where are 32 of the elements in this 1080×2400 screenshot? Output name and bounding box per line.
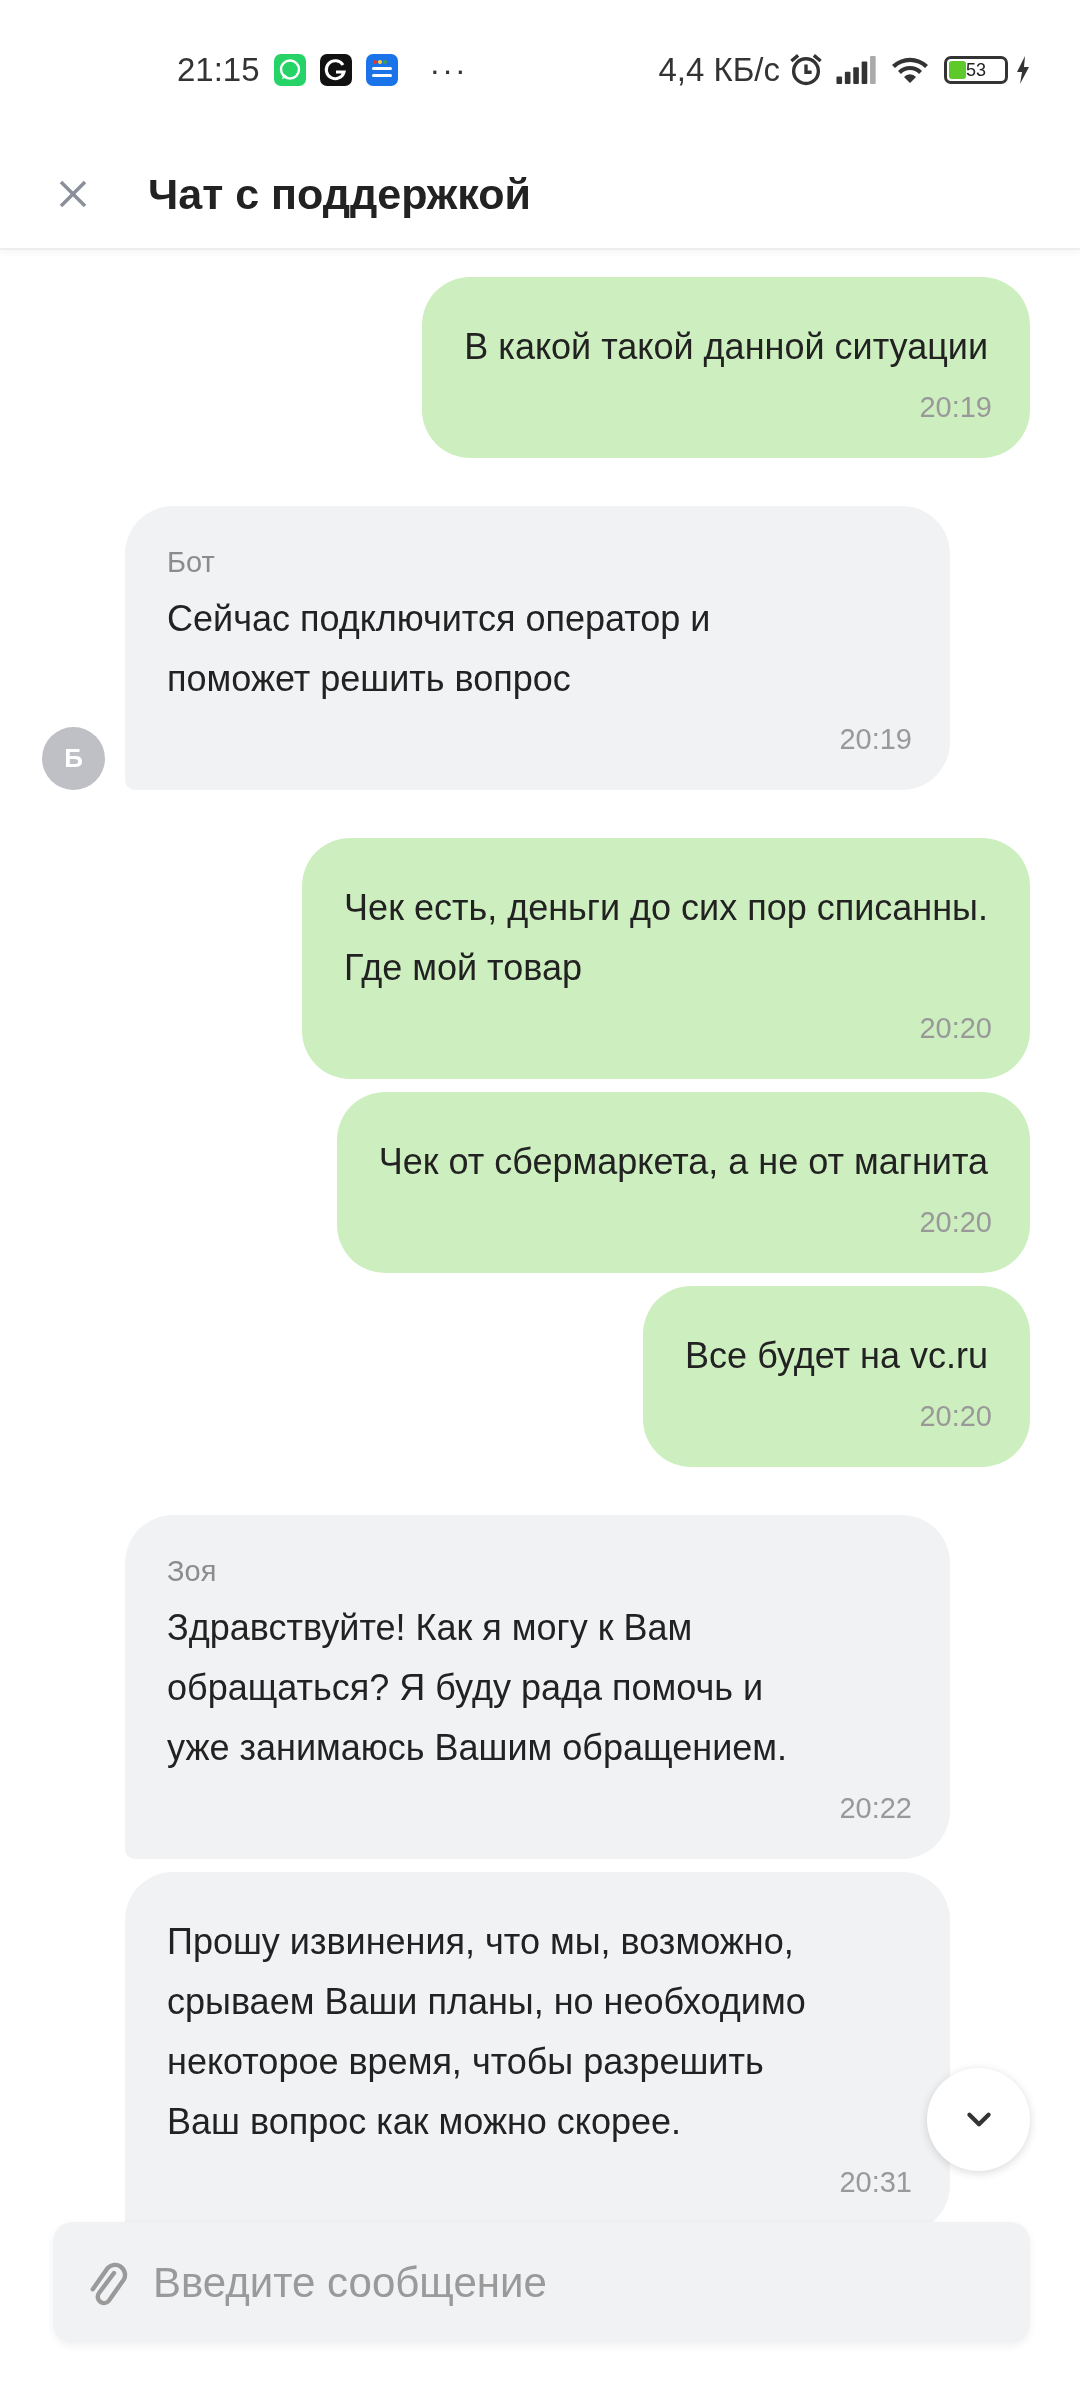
message-time: 20:20	[919, 1012, 992, 1045]
network-speed: 4,4 КБ/с	[658, 51, 780, 89]
message-text: Все будет на vc.ru	[685, 1334, 988, 1378]
alarm-icon	[788, 52, 824, 88]
more-notifications: ···	[429, 51, 468, 89]
message-time: 20:20	[919, 1206, 992, 1239]
charging-icon	[1016, 56, 1030, 84]
message-time: 20:20	[919, 1400, 992, 1433]
close-icon[interactable]	[57, 178, 89, 210]
message-text: Здравствуйте! Как я могу к Вам обращаться? Я буду рада помочь и уже занимаюсь Вашим обращением.	[167, 1606, 787, 1770]
chat-app-icon	[273, 54, 306, 86]
message-time: 20:31	[839, 2166, 912, 2199]
sender-name: Бот	[167, 546, 215, 579]
scroll-down-button[interactable]	[927, 2068, 1030, 2171]
message-time: 20:19	[839, 723, 912, 756]
message-composer[interactable]: Введите сообщение	[53, 2222, 1030, 2343]
message-text: Чек от сбермаркета, а не от магнита	[378, 1140, 988, 1184]
chat-title: Чат с поддержкой	[148, 169, 531, 219]
message-text: Сейчас подключится оператор и поможет решить вопрос	[167, 597, 711, 701]
message-input-field[interactable]: Введите сообщение	[151, 2257, 1030, 2308]
avatar: Б	[42, 727, 105, 790]
g-app-icon	[319, 54, 352, 86]
sender-name: Зоя	[167, 1555, 217, 1588]
store-app-icon	[365, 54, 398, 86]
battery-icon: 53	[944, 56, 1008, 84]
status-time: 21:15	[177, 51, 260, 89]
message-text: Чек есть, деньги до сих пор списанны. Где мой товар	[344, 886, 988, 990]
message-time: 20:22	[839, 1792, 912, 1825]
signal-icon	[836, 56, 878, 84]
message-text: В какой такой данной ситуации	[464, 325, 988, 369]
message-time: 20:19	[919, 391, 992, 424]
message-text: Прошу извинения, что мы, возможно, срываем Ваши планы, но необходимо некоторое время, чтобы разрешить Ваш вопрос как можно скорее.	[167, 1920, 806, 2144]
